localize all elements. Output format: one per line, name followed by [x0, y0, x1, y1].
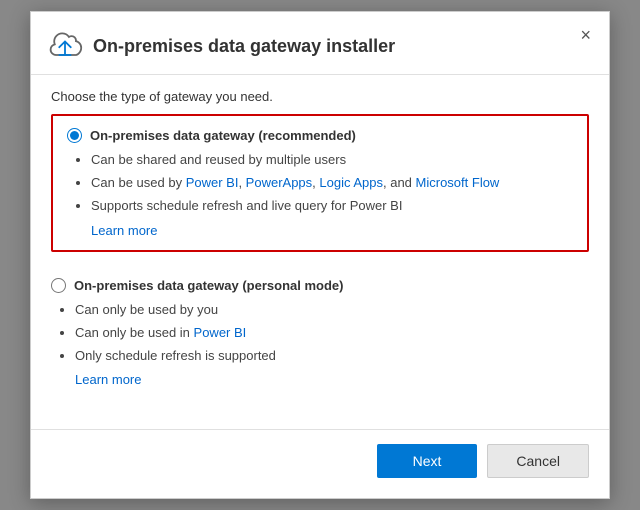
learn-more-recommended[interactable]: Learn more — [91, 223, 157, 238]
learn-more-personal[interactable]: Learn more — [75, 372, 141, 387]
powerbi-link1: Power BI — [186, 175, 239, 190]
option-personal-label[interactable]: On-premises data gateway (personal mode) — [51, 278, 575, 293]
option-recommended-box: On-premises data gateway (recommended) C… — [51, 114, 589, 251]
option-personal-box: On-premises data gateway (personal mode)… — [51, 266, 589, 399]
option-recommended-radio[interactable] — [67, 128, 82, 143]
logicapps-link: Logic Apps — [319, 175, 383, 190]
close-button[interactable]: × — [574, 24, 597, 46]
option-personal-bullets: Can only be used by you Can only be used… — [75, 299, 575, 367]
bullet-apps: Can be used by Power BI, PowerApps, Logi… — [91, 172, 573, 194]
dialog-title: On-premises data gateway installer — [93, 36, 395, 57]
bullet-shared: Can be shared and reused by multiple use… — [91, 149, 573, 171]
title-bar: On-premises data gateway installer × — [31, 12, 609, 75]
footer: Next Cancel — [31, 429, 609, 498]
option-recommended-label[interactable]: On-premises data gateway (recommended) — [67, 128, 573, 143]
bullet-only-powerbi: Can only be used in Power BI — [75, 322, 575, 344]
bullet-only-you: Can only be used by you — [75, 299, 575, 321]
next-button[interactable]: Next — [377, 444, 478, 478]
dialog: On-premises data gateway installer × Cho… — [30, 11, 610, 499]
cancel-button[interactable]: Cancel — [487, 444, 589, 478]
bullet-schedule-only: Only schedule refresh is supported — [75, 345, 575, 367]
dialog-subtitle: Choose the type of gateway you need. — [31, 75, 609, 114]
powerbi-link2: Power BI — [194, 325, 247, 340]
bullet-refresh: Supports schedule refresh and live query… — [91, 195, 573, 217]
cloud-icon — [47, 28, 83, 64]
powerapps-link: PowerApps — [246, 175, 312, 190]
option-recommended-text: On-premises data gateway (recommended) — [90, 128, 356, 143]
option-recommended-bullets: Can be shared and reused by multiple use… — [91, 149, 573, 217]
msflow-link: Microsoft Flow — [416, 175, 500, 190]
content-area: On-premises data gateway (recommended) C… — [31, 114, 609, 429]
option-personal-text: On-premises data gateway (personal mode) — [74, 278, 343, 293]
option-personal-radio[interactable] — [51, 278, 66, 293]
